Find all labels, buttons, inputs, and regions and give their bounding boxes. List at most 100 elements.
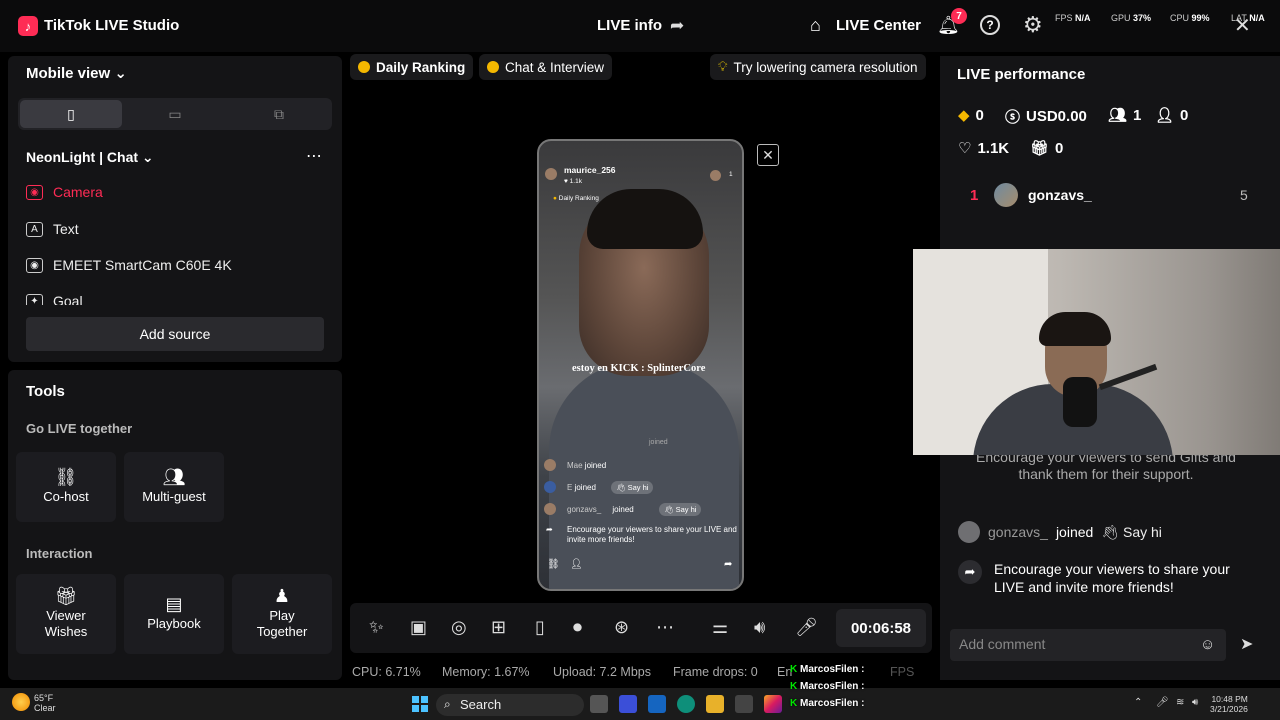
app-icon[interactable] — [619, 695, 637, 713]
cpu-stat: CPU 99% — [1170, 13, 1210, 23]
tray-chevron-icon[interactable]: ⌃ — [1134, 697, 1142, 708]
preview-ranking: ● Daily Ranking — [553, 195, 599, 202]
playbook-button[interactable]: ▤ Playbook — [124, 574, 224, 654]
ai-icon[interactable]: ◎ — [451, 617, 467, 638]
emoji-icon[interactable]: ☺ — [1200, 636, 1215, 653]
notification-badge: 7 — [951, 8, 967, 24]
mobile-orientation-icon[interactable]: ▯ — [20, 100, 122, 128]
weather-icon[interactable] — [12, 693, 30, 711]
webcam-overlay — [913, 249, 1280, 455]
live-info-button[interactable]: LIVE info — [597, 17, 662, 34]
weather-widget[interactable]: 65°F Clear — [34, 693, 56, 713]
viewers-icon: 👥︎ — [1108, 107, 1128, 124]
ranking-value: 5 — [1240, 187, 1248, 203]
source-text[interactable]: A Text — [26, 221, 79, 237]
webcam-person-hair — [1039, 312, 1111, 346]
microphone-icon[interactable]: 🎤︎ — [795, 617, 818, 638]
effects-icon[interactable]: ✨︎ — [369, 617, 384, 638]
task-view-icon[interactable] — [590, 695, 608, 713]
layout-icon[interactable]: ⊞ — [491, 617, 506, 638]
taskbar-search[interactable]: ⌕ Search — [436, 694, 584, 716]
mail-icon[interactable] — [648, 695, 666, 713]
tools-title: Tools — [26, 383, 65, 400]
more-options-icon[interactable]: ⋯ — [306, 146, 323, 166]
camera-icon: ◉ — [26, 184, 43, 200]
ranking-icon — [358, 61, 370, 73]
ranking-position: 1 — [970, 187, 979, 204]
text-icon: A — [26, 221, 43, 237]
gear-icon[interactable]: ⚙ — [1023, 12, 1043, 38]
avatar — [710, 170, 721, 181]
edge-icon[interactable] — [677, 695, 695, 713]
scene-dropdown[interactable]: NeonLight | Chat ⌄ — [26, 149, 154, 166]
chat-interview-chip[interactable]: Chat & Interview — [479, 54, 613, 80]
diamond-icon: ◆ — [958, 107, 970, 124]
avatar — [544, 481, 556, 493]
more-icon[interactable]: ⋯ — [656, 617, 674, 638]
add-user-icon: 👤︎ — [1155, 107, 1175, 124]
go-live-together-title: Go LIVE together — [26, 421, 133, 436]
diamonds-metric: ◆ 0 — [958, 106, 984, 125]
multi-guest-button[interactable]: 👥︎ Multi-guest — [124, 452, 224, 522]
home-icon[interactable]: ⌂ — [810, 15, 821, 36]
camera-focus-icon[interactable]: ⊛ — [614, 617, 629, 638]
hide-preview-icon[interactable]: ✕ — [757, 144, 779, 166]
dual-orientation-icon[interactable]: ⧉ — [228, 100, 330, 128]
add-source-button[interactable]: Add source — [26, 317, 324, 351]
gpu-stat: GPU 37% — [1111, 13, 1152, 23]
ranking-username[interactable]: gonzavs_ — [1028, 187, 1092, 203]
preview-likes: ♥ 1.1k — [564, 178, 582, 185]
share-icon[interactable]: ➦ — [670, 16, 684, 36]
speaker-icon[interactable]: 🔊︎ — [1192, 697, 1198, 708]
tiktok-logo-icon: ♪ — [18, 16, 38, 36]
link-icon: ⛓ — [547, 559, 560, 570]
heart-icon: ♡ — [958, 140, 972, 157]
source-camera[interactable]: ◉ Camera — [26, 184, 103, 200]
record-icon[interactable]: ⏺ — [573, 617, 582, 638]
cpu-status: CPU: 6.71% — [352, 665, 421, 679]
comment-input[interactable]: Add comment — [950, 629, 1226, 661]
gift-icon: 🎁︎ — [1030, 140, 1050, 157]
say-hi-button[interactable]: 👋︎ Say hi — [611, 481, 654, 494]
play-together-button[interactable]: ♟ Play Together — [232, 574, 332, 654]
share-prompt-message: ➦ Encourage your viewers to share your L… — [958, 560, 1234, 596]
volume-icon[interactable]: 🔊︎ — [754, 617, 765, 638]
mobile-icon[interactable]: ▯ — [535, 617, 545, 638]
memory-status: Memory: 1.67% — [442, 665, 530, 679]
say-hi-button[interactable]: 👋︎ Say hi — [1101, 524, 1162, 541]
source-goal[interactable]: ✦ Goal — [26, 293, 83, 305]
preview-encourage: Encourage your viewers to share your LIV… — [567, 525, 737, 544]
wifi-icon[interactable]: ≋ — [1176, 697, 1184, 708]
chat-icon — [487, 61, 499, 73]
close-icon[interactable]: ✕ — [1234, 13, 1251, 38]
share-icon: ➦ — [546, 525, 553, 534]
windows-start-icon[interactable] — [412, 696, 428, 712]
link-icon: ⛓ — [54, 467, 78, 487]
co-host-button[interactable]: ⛓ Co-host — [16, 452, 116, 522]
settings-sliders-icon[interactable]: ⚌ — [712, 617, 728, 638]
source-emeet-cam[interactable]: ◉ EMEET SmartCam C60E 4K — [26, 257, 232, 273]
viewer-wishes-button[interactable]: 🎁︎ Viewer Wishes — [16, 574, 116, 654]
earnings-metric: ⓢ USD0.00 — [1005, 108, 1087, 126]
daily-ranking-chip[interactable]: Daily Ranking — [350, 54, 474, 80]
preview-person-body — [549, 361, 739, 589]
webcam-microphone — [1063, 377, 1097, 427]
mic-tray-icon[interactable]: 🎤︎ — [1156, 697, 1169, 708]
instagram-icon[interactable] — [764, 695, 782, 713]
live-center-button[interactable]: LIVE Center — [836, 17, 921, 34]
fps-status: FPS — [890, 665, 915, 679]
playbook-icon: ▤ — [165, 594, 183, 614]
landscape-orientation-icon[interactable]: ▭ — [124, 100, 226, 128]
view-mode-dropdown[interactable]: Mobile view ⌄ — [26, 64, 127, 82]
send-icon[interactable]: ➤ — [1240, 634, 1253, 654]
media-icon[interactable]: ▣ — [410, 617, 427, 638]
goal-icon: ✦ — [26, 293, 43, 305]
camera-icon: ◉ — [26, 257, 43, 273]
frame-drops-status: Frame drops: 0 — [673, 665, 758, 679]
help-icon[interactable]: ? — [980, 15, 1000, 35]
say-hi-button[interactable]: 👋︎ Say hi — [659, 503, 702, 516]
file-explorer-icon[interactable] — [706, 695, 724, 713]
store-icon[interactable] — [735, 695, 753, 713]
taskbar-clock[interactable]: 10:48 PM 3/21/2026 — [1210, 694, 1248, 714]
avatar — [544, 503, 556, 515]
